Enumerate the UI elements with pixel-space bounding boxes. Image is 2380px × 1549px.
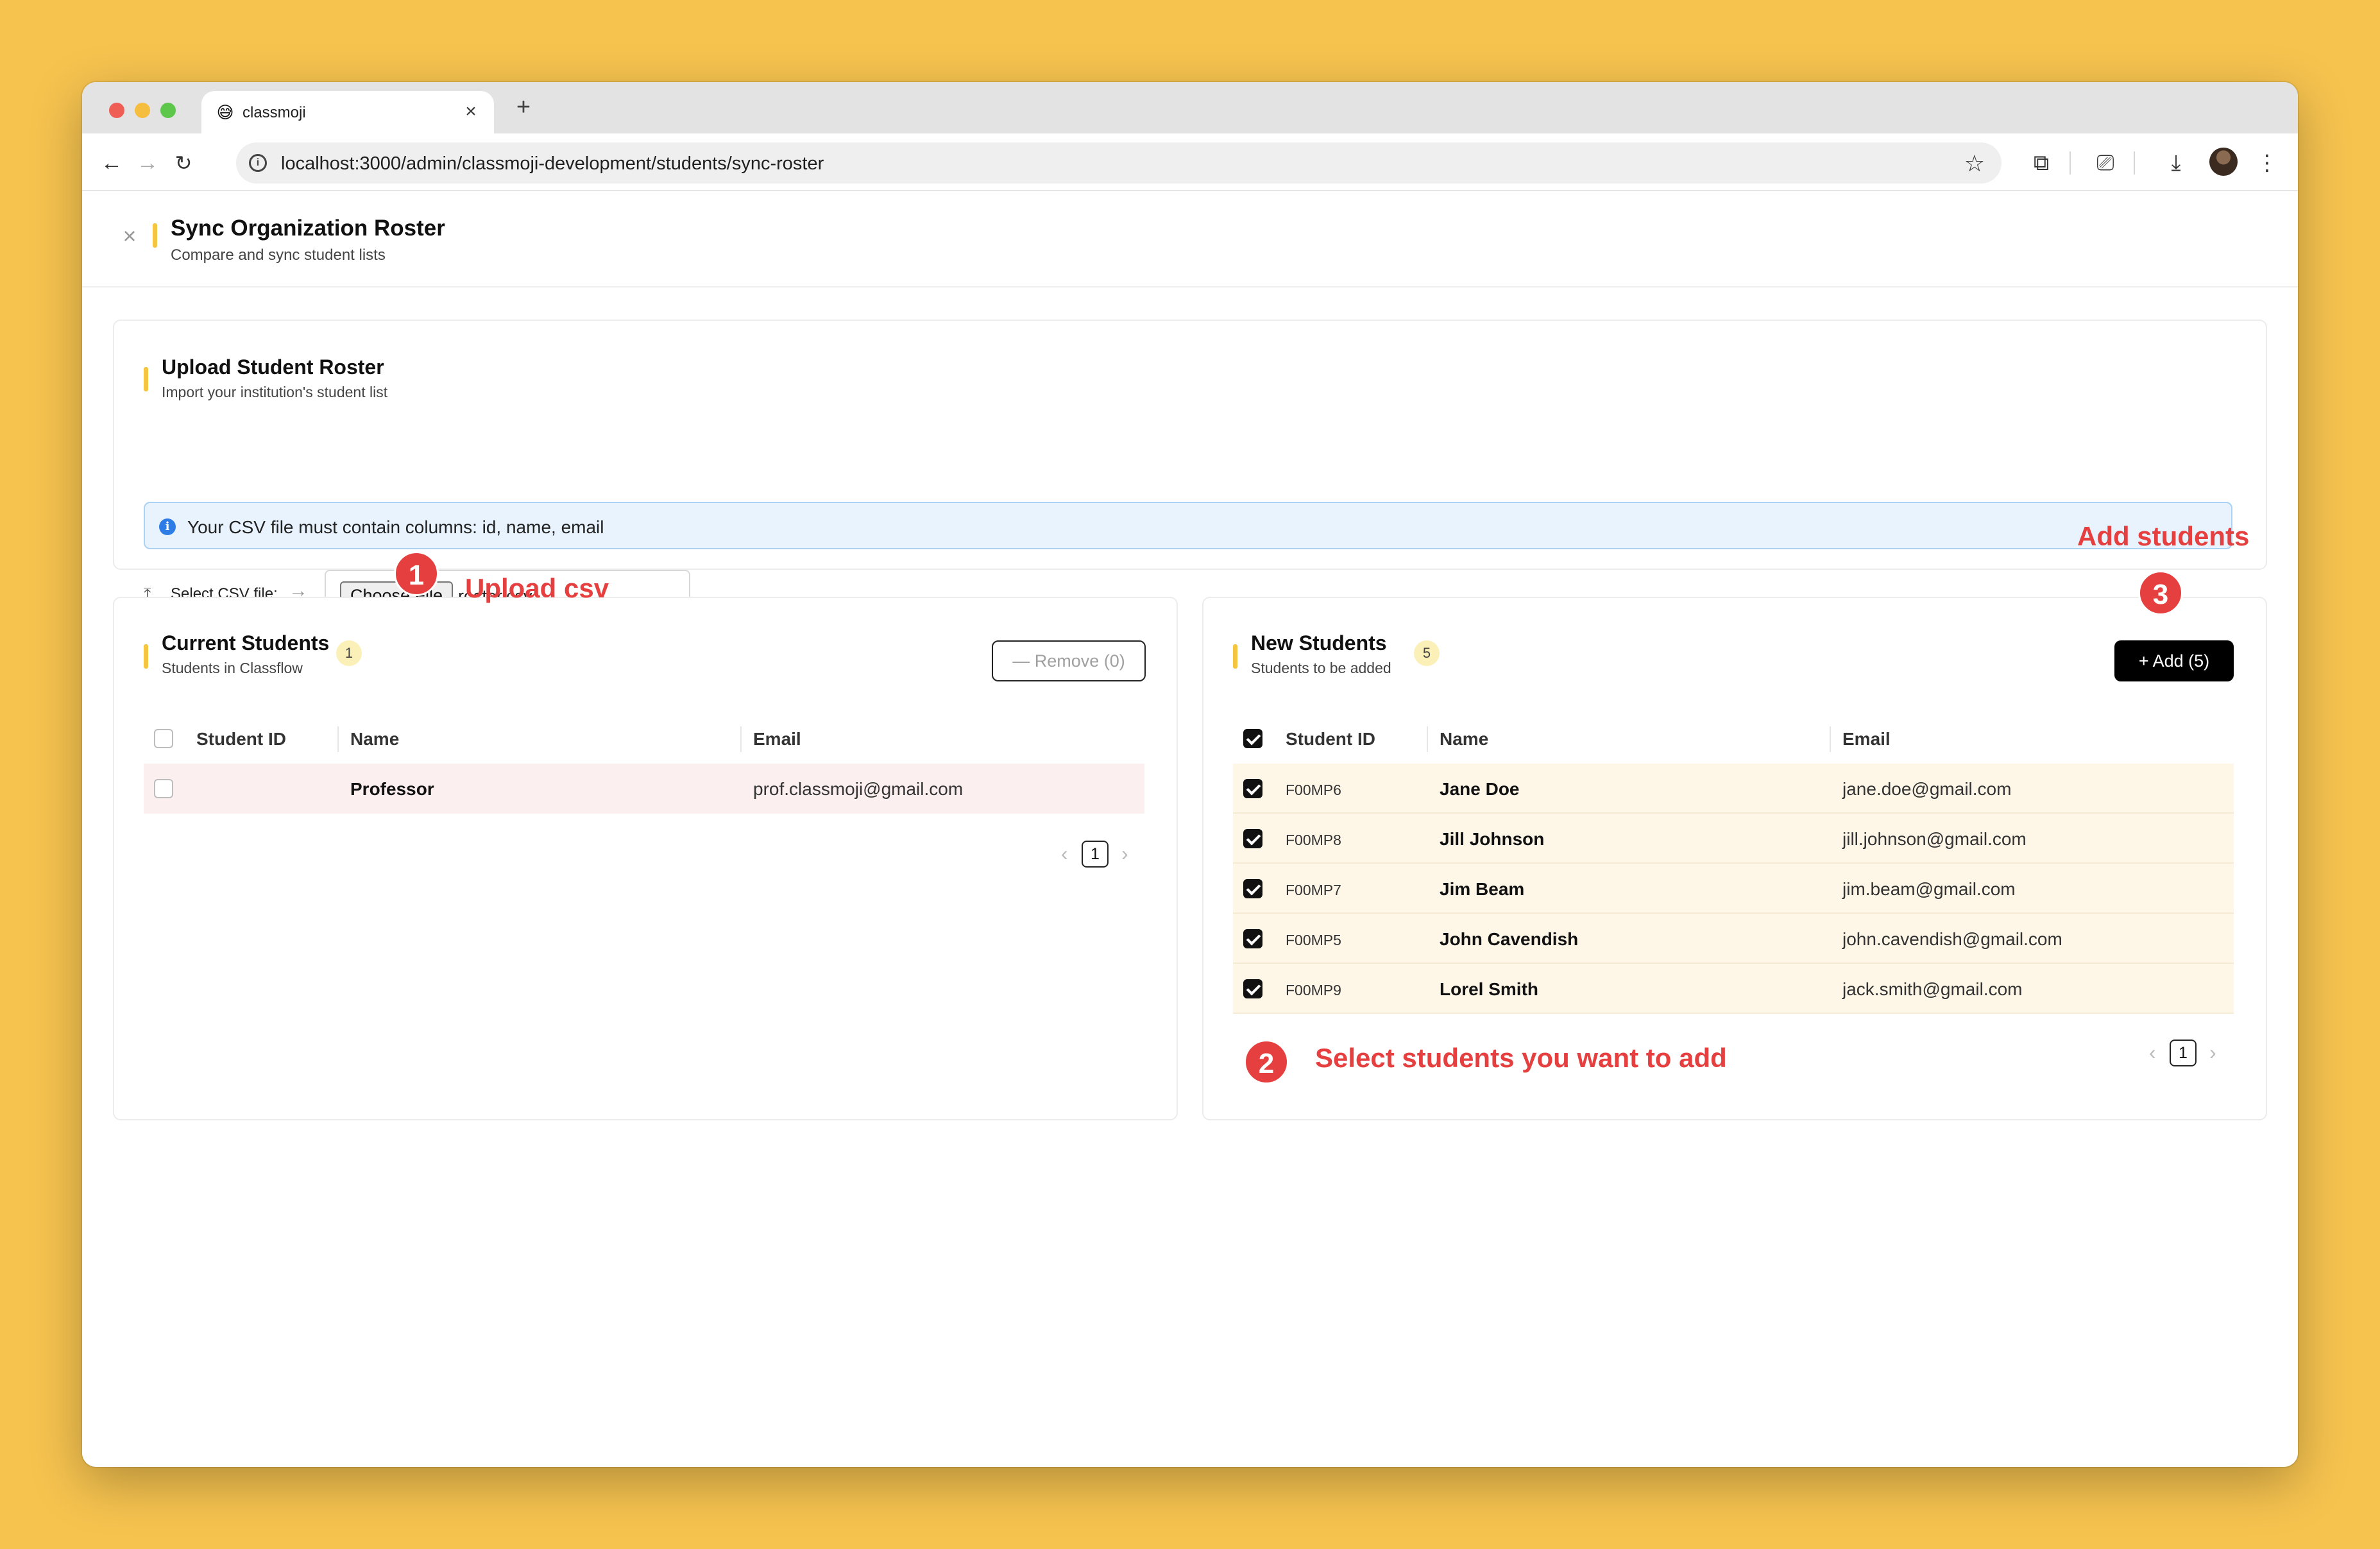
select-all-checkbox[interactable]: [154, 729, 173, 748]
row-checkbox[interactable]: [1243, 929, 1262, 948]
favicon-icon: 😅: [216, 103, 234, 122]
student-name-cell: Jim Beam: [1440, 879, 1525, 899]
current-students-subtitle: Students in Classflow: [162, 660, 303, 676]
student-name-cell: Professor: [350, 779, 434, 799]
student-email-cell: john.cavendish@gmail.com: [1842, 929, 2062, 949]
table-row[interactable]: Professor prof.classmoji@gmail.com: [144, 764, 1144, 814]
close-icon[interactable]: ×: [115, 222, 144, 250]
annotation-step-2: 2: [1244, 1040, 1289, 1084]
browser-toolbar: ← → ↻ i localhost:3000/admin/classmoji-d…: [82, 133, 2298, 191]
minimize-window-button[interactable]: [135, 103, 150, 118]
row-checkbox[interactable]: [1243, 879, 1262, 898]
student-email-cell: jim.beam@gmail.com: [1842, 879, 2016, 899]
info-icon: i: [159, 518, 176, 535]
tab-strip: 😅 classmoji × +: [82, 82, 2298, 133]
table-row[interactable]: F00MP7 Jim Beam jim.beam@gmail.com: [1233, 864, 2234, 914]
accent-bar: [1233, 644, 1237, 669]
url-text[interactable]: localhost:3000/admin/classmoji-developme…: [281, 153, 824, 175]
table-row[interactable]: F00MP9 Lorel Smith jack.smith@gmail.com: [1233, 964, 2234, 1014]
current-students-card: Current Students Students in Classflow 1…: [113, 597, 1178, 1120]
student-id-cell: F00MP9: [1286, 982, 1341, 998]
back-arrow-icon[interactable]: ←: [98, 149, 126, 177]
more-menu-icon[interactable]: ⋮: [2252, 148, 2282, 178]
maximize-window-button[interactable]: [160, 103, 176, 118]
prev-page-icon[interactable]: ‹: [2149, 1040, 2156, 1065]
row-checkbox[interactable]: [1243, 979, 1262, 998]
tab-close-icon[interactable]: ×: [459, 100, 482, 123]
next-page-icon[interactable]: ›: [2209, 1040, 2216, 1065]
new-students-title: New Students: [1251, 631, 1387, 655]
student-email-cell: jack.smith@gmail.com: [1842, 979, 2023, 999]
bookmark-star-icon[interactable]: ☆: [1964, 150, 1985, 177]
csv-info-banner: i Your CSV file must contain columns: id…: [144, 502, 2232, 549]
column-header-email[interactable]: Email: [753, 729, 801, 749]
student-email-cell: jane.doe@gmail.com: [1842, 779, 2012, 799]
student-email-cell: jill.johnson@gmail.com: [1842, 829, 2027, 849]
column-header-name[interactable]: Name: [1440, 729, 1488, 749]
reload-icon[interactable]: ↻: [169, 149, 198, 177]
annotation-step-1: 1: [394, 551, 439, 596]
row-checkbox[interactable]: [1243, 829, 1262, 848]
annotation-step-3-text: Add students: [2077, 521, 2250, 551]
column-header-email[interactable]: Email: [1842, 729, 1891, 749]
current-students-title: Current Students: [162, 631, 330, 655]
prev-page-icon[interactable]: ‹: [1061, 841, 1068, 866]
column-header-student-id[interactable]: Student ID: [196, 729, 286, 749]
row-checkbox[interactable]: [154, 779, 173, 798]
student-name-cell: Jane Doe: [1440, 779, 1520, 799]
browser-window: 😅 classmoji × + ← → ↻ i localhost:3000/a…: [82, 82, 2298, 1467]
select-all-checkbox[interactable]: [1243, 729, 1262, 748]
download-icon[interactable]: ⤓: [2161, 148, 2191, 178]
annotation-step-2-text: Select students you want to add: [1315, 1043, 1727, 1073]
info-text: Your CSV file must contain columns: id, …: [187, 517, 604, 537]
accent-bar: [144, 367, 148, 391]
page-number[interactable]: 1: [1082, 841, 1109, 868]
extensions-puzzle-icon[interactable]: ⧉: [2026, 148, 2057, 178]
student-email-cell: prof.classmoji@gmail.com: [753, 779, 964, 799]
row-checkbox[interactable]: [1243, 779, 1262, 798]
student-name-cell: John Cavendish: [1440, 929, 1579, 949]
student-name-cell: Lorel Smith: [1440, 979, 1539, 999]
new-students-card: New Students Students to be added 5 + Ad…: [1202, 597, 2267, 1120]
student-id-cell: F00MP6: [1286, 782, 1341, 798]
column-header-name[interactable]: Name: [350, 729, 399, 749]
current-count-badge: 1: [336, 640, 362, 666]
close-window-button[interactable]: [109, 103, 124, 118]
page-header: × Sync Organization Roster Compare and s…: [82, 193, 2298, 287]
address-bar[interactable]: i localhost:3000/admin/classmoji-develop…: [236, 142, 2002, 184]
upload-card-title: Upload Student Roster: [162, 355, 384, 379]
page-content: × Sync Organization Roster Compare and s…: [82, 193, 2298, 1467]
add-students-button[interactable]: + Add (5): [2114, 640, 2234, 681]
profile-avatar[interactable]: [2209, 148, 2238, 176]
remove-button[interactable]: — Remove (0): [992, 640, 1146, 681]
new-tab-icon[interactable]: +: [511, 95, 536, 121]
site-info-icon[interactable]: i: [249, 154, 267, 172]
table-row[interactable]: F00MP6 Jane Doe jane.doe@gmail.com: [1233, 764, 2234, 814]
student-id-cell: F00MP5: [1286, 932, 1341, 948]
next-page-icon[interactable]: ›: [1121, 841, 1128, 866]
cast-search-icon[interactable]: ⎚: [2090, 148, 2121, 178]
browser-tab[interactable]: 😅 classmoji ×: [201, 91, 494, 133]
student-id-cell: F00MP7: [1286, 882, 1341, 898]
annotation-step-1-text: Upload csv: [465, 573, 609, 603]
page-number[interactable]: 1: [2170, 1040, 2197, 1066]
page-subtitle: Compare and sync student lists: [171, 246, 386, 264]
table-row[interactable]: F00MP8 Jill Johnson jill.johnson@gmail.c…: [1233, 814, 2234, 864]
student-id-cell: F00MP8: [1286, 832, 1341, 848]
new-students-subtitle: Students to be added: [1251, 660, 1391, 676]
table-row[interactable]: F00MP5 John Cavendish john.cavendish@gma…: [1233, 914, 2234, 964]
accent-bar: [153, 223, 157, 248]
upload-card-subtitle: Import your institution's student list: [162, 384, 388, 400]
new-count-badge: 5: [1414, 640, 1440, 666]
forward-arrow-icon[interactable]: →: [133, 149, 162, 177]
student-name-cell: Jill Johnson: [1440, 829, 1545, 849]
page-title: Sync Organization Roster: [171, 216, 445, 241]
tab-title: classmoji: [242, 104, 306, 121]
accent-bar: [144, 644, 148, 669]
annotation-step-3: 3: [2138, 570, 2183, 615]
column-header-student-id[interactable]: Student ID: [1286, 729, 1375, 749]
